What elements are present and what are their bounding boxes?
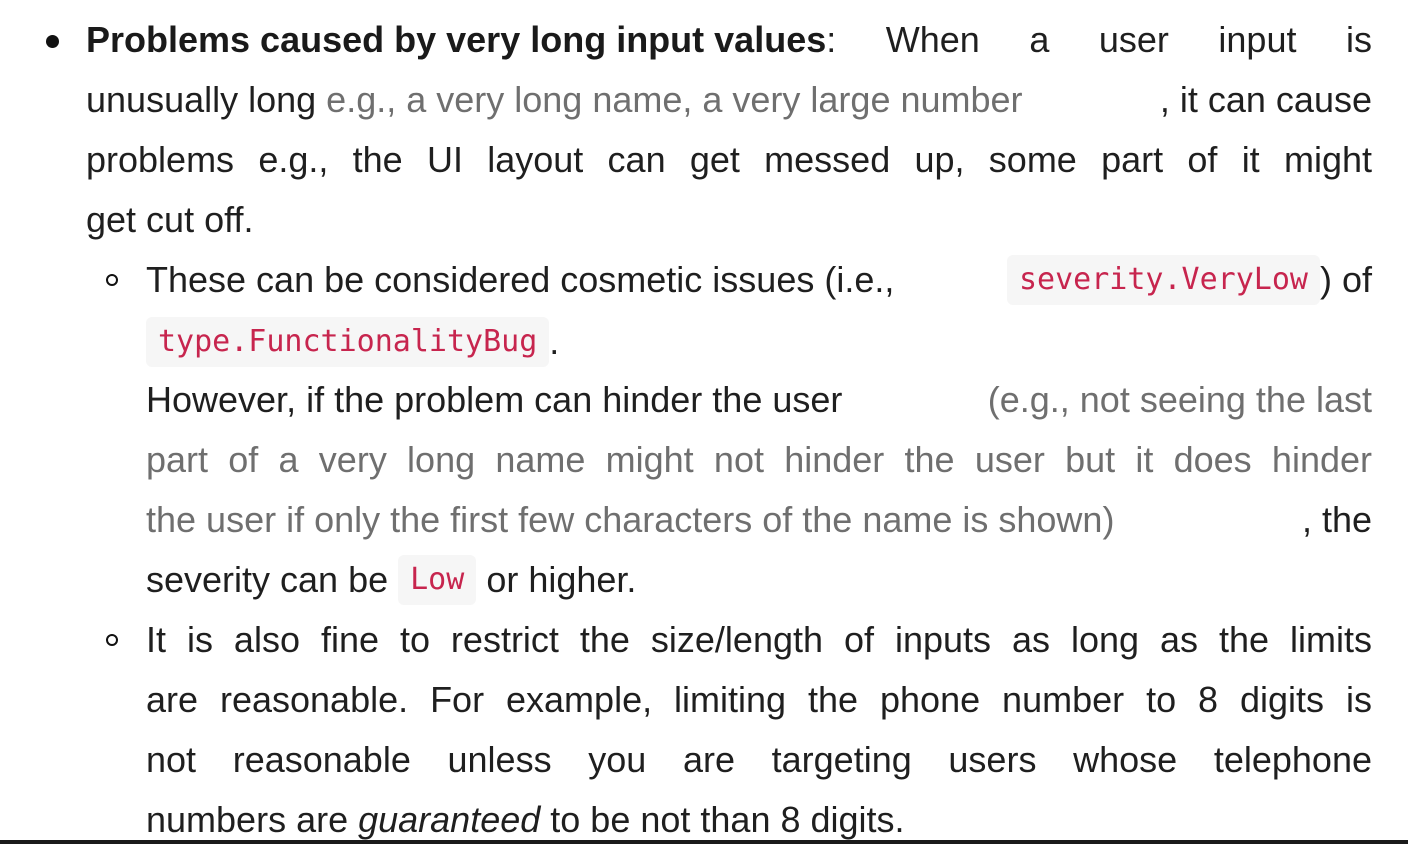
sub1-line1-a: These can be considered cosmetic issues … [146, 259, 905, 300]
code-low: Low [398, 555, 477, 605]
sub2-line2: are reasonable. For example, limiting th… [146, 679, 1372, 720]
document-page: Problems caused by very long input value… [0, 0, 1408, 844]
sub2-line4-em: guaranteed [358, 799, 541, 840]
sub1-line6-a: severity can be [146, 559, 399, 600]
sub1-line3-a: However, if the problem can hinder the u… [146, 379, 853, 420]
sub1-line2: type.FunctionalityBug. [146, 312, 1372, 372]
bottom-border [0, 840, 1408, 844]
bullet1-line2-gray: e.g., a very long name, a very large num… [326, 79, 1023, 120]
sub2-line4: numbers are guaranteed to be not than 8 … [146, 790, 1372, 844]
bullet1-line2: unusually long e.g., a very long name, a… [86, 70, 1372, 130]
bullet1-line4: get cut off. [86, 199, 254, 240]
sub1-line5-b: , the [1301, 499, 1372, 540]
sub1-line4: part of a very long name might not hinde… [146, 439, 1372, 480]
sub1-line6: severity can be Low or higher. [146, 550, 1372, 610]
bullet-circle-icon [106, 634, 118, 646]
bullet1-line1: Problems caused by very long input value… [86, 10, 1372, 70]
sub1-line1-b: ) of [1319, 259, 1372, 300]
sub1-line1: These can be considered cosmetic issues … [146, 250, 1372, 310]
sub2-line4-a: numbers are [146, 799, 359, 840]
bullet1-lead-bold: Problems caused by very long input value… [86, 19, 827, 60]
sub1-line5: the user if only the first few character… [146, 490, 1372, 550]
bullet1-line1-rest: : When a user input is [826, 19, 1372, 60]
sub1-line3: However, if the problem can hinder the u… [146, 370, 1372, 430]
bullet1-line2-a: unusually long [86, 79, 327, 120]
sub1-line3-gray: (e.g., not seeing the last [987, 379, 1372, 420]
code-severity-verylow: severity.VeryLow [1007, 255, 1320, 305]
bullet-circle-icon [106, 274, 118, 286]
sub2-line3: not reasonable unless you are targeting … [146, 739, 1372, 780]
bullet1-line3: problems e.g., the UI layout can get mes… [86, 139, 1372, 180]
bullet-disc-icon [46, 35, 59, 48]
sub1-line2-tail: . [549, 321, 560, 362]
sub2-line1: It is also fine to restrict the size/len… [146, 619, 1372, 660]
sub2-line4-b: to be not than 8 digits. [540, 799, 905, 840]
code-type-functionalitybug: type.FunctionalityBug [146, 317, 550, 367]
bullet1-line2-b: , it can cause [1159, 79, 1372, 120]
sub1-line6-b: or higher. [476, 559, 637, 600]
sub1-line5-gray: the user if only the first few character… [146, 499, 1115, 540]
